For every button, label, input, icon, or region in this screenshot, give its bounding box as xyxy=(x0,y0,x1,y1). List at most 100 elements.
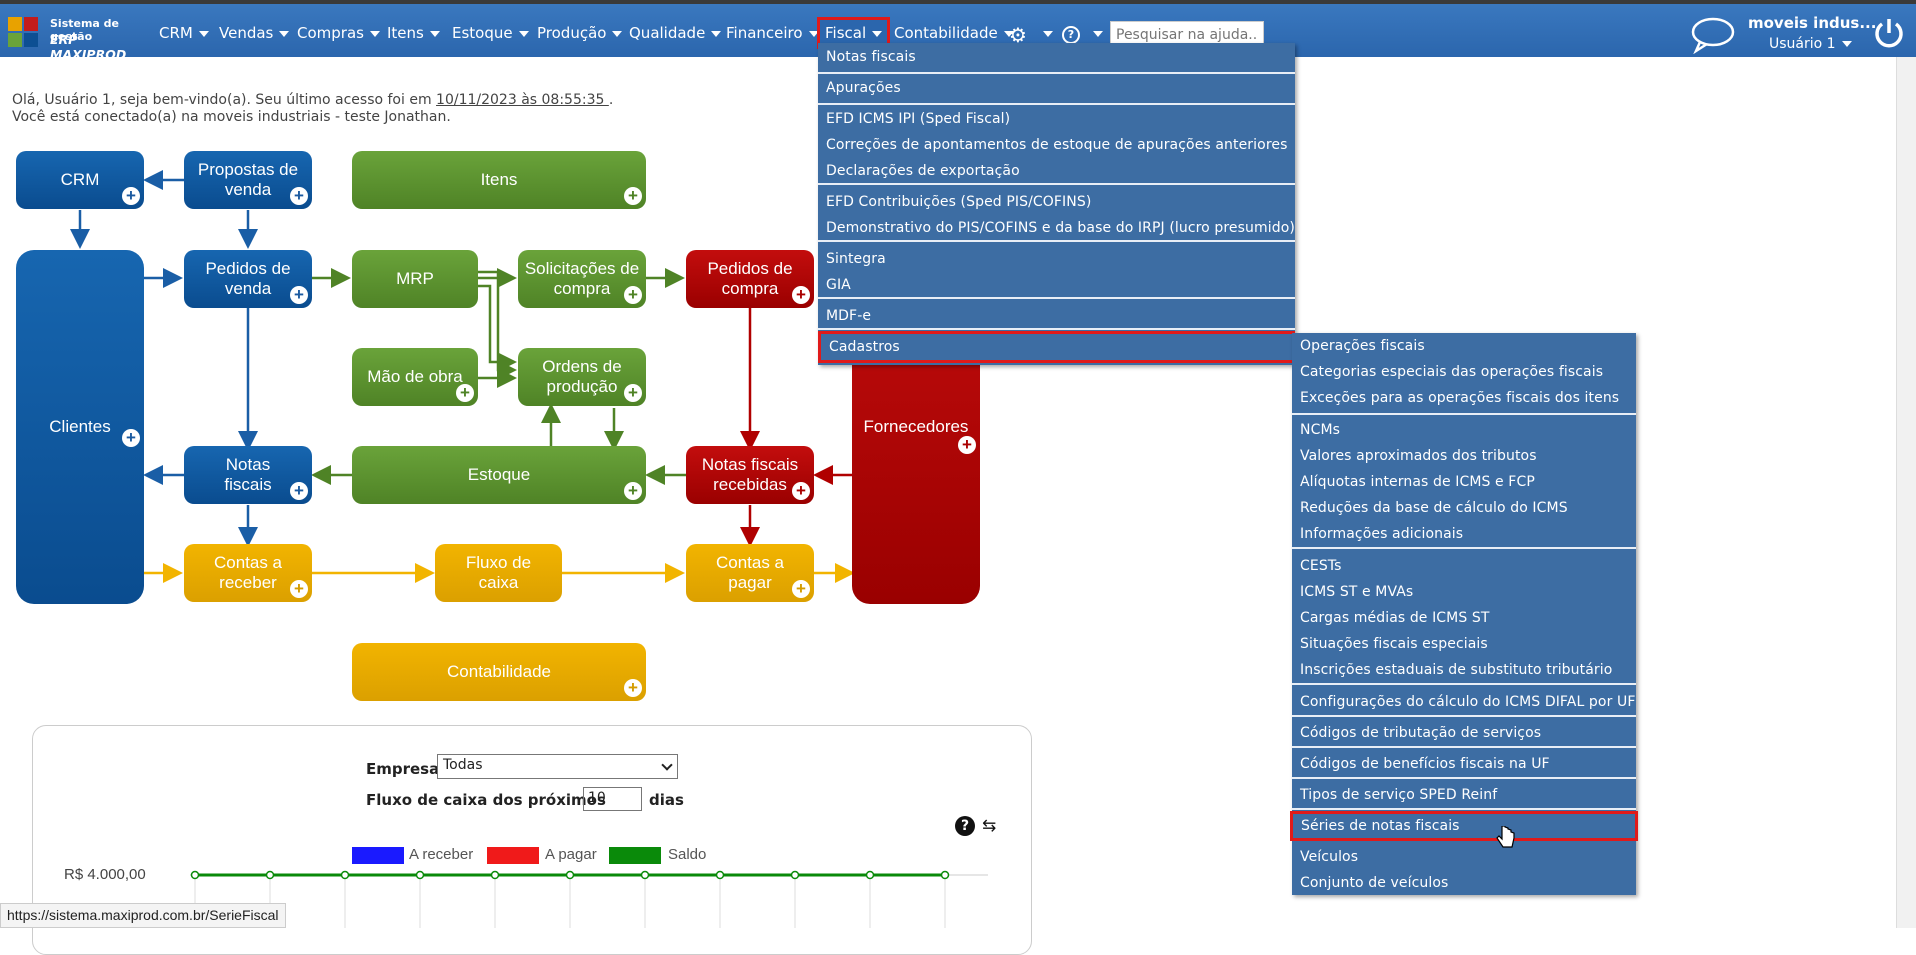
diagram-contas-a-receber[interactable]: Contas a receber + xyxy=(184,544,312,602)
nav-crm[interactable]: CRM xyxy=(153,17,215,49)
empresa-label: Empresa xyxy=(366,760,440,778)
cadastros-menu-item[interactable]: Exceções para as operações fiscais dos i… xyxy=(1292,385,1636,411)
nav-itens[interactable]: Itens xyxy=(381,17,446,49)
diagram-ordens-de-producao[interactable]: Ordens de produção + xyxy=(518,348,646,406)
empresa-select[interactable]: Todas xyxy=(437,754,678,779)
help-icon[interactable]: ? xyxy=(955,816,975,836)
saldo-data-point xyxy=(340,870,350,880)
add-icon[interactable]: + xyxy=(624,187,642,205)
cadastros-menu-item[interactable]: Códigos de benefícios fiscais na UF xyxy=(1292,751,1636,777)
cadastros-menu-item[interactable]: Reduções da base de cálculo do ICMS xyxy=(1292,495,1636,521)
diagram-estoque[interactable]: Estoque + xyxy=(352,446,646,504)
diagram-itens[interactable]: Itens + xyxy=(352,151,646,209)
cadastros-menu-item[interactable]: Conjunto de veículos xyxy=(1292,870,1636,896)
saldo-data-point xyxy=(940,870,950,880)
fiscal-menu-item[interactable]: EFD ICMS IPI (Sped Fiscal) xyxy=(818,106,1295,132)
diagram-fluxo-de-caixa[interactable]: Fluxo de caixa xyxy=(435,544,562,602)
add-icon[interactable]: + xyxy=(290,286,308,304)
cadastros-menu-item[interactable]: Configurações do cálculo do ICMS DIFAL p… xyxy=(1292,689,1636,715)
company-name[interactable]: moveis indus... xyxy=(1748,14,1876,32)
diagram-mrp[interactable]: MRP xyxy=(352,250,478,308)
cadastros-menu-item[interactable]: NCMs xyxy=(1292,417,1636,443)
add-icon[interactable]: + xyxy=(624,286,642,304)
diagram-clientes[interactable]: Clientes + xyxy=(16,250,144,604)
fiscal-menu-item[interactable]: Correções de apontamentos de estoque de … xyxy=(818,132,1295,158)
cadastros-menu-item[interactable]: Códigos de tributação de serviços xyxy=(1292,720,1636,746)
nav-financeiro[interactable]: Financeiro xyxy=(720,17,825,49)
add-icon[interactable]: + xyxy=(290,187,308,205)
power-icon[interactable] xyxy=(1872,16,1906,50)
add-icon[interactable]: + xyxy=(290,580,308,598)
cadastros-menu-item[interactable]: Operações fiscais xyxy=(1292,333,1636,359)
fiscal-menu-item[interactable]: Demonstrativo do PIS/COFINS e da base do… xyxy=(818,215,1295,241)
chevron-down-icon xyxy=(429,30,440,37)
saldo-data-point xyxy=(865,870,875,880)
nav-qualidade[interactable]: Qualidade xyxy=(623,17,727,49)
fiscal-menu-item[interactable]: MDF-e xyxy=(818,303,1295,329)
fiscal-menu-item[interactable]: Notas fiscais xyxy=(818,44,1295,70)
add-icon[interactable]: + xyxy=(290,482,308,500)
cadastros-menu-item[interactable]: CESTs xyxy=(1292,553,1636,579)
saldo-data-point xyxy=(490,870,500,880)
diagram-pedidos-de-venda[interactable]: Pedidos de venda + xyxy=(184,250,312,308)
diagram-contabilidade[interactable]: Contabilidade + xyxy=(352,643,646,701)
add-icon[interactable]: + xyxy=(122,187,140,205)
diagram-pedidos-de-compra[interactable]: Pedidos de compra + xyxy=(686,250,814,308)
cadastros-menu-item[interactable]: Veículos xyxy=(1292,844,1636,870)
add-icon[interactable]: + xyxy=(624,384,642,402)
maxiprod-logo[interactable]: Sistema de gestão ERP MAXIPROD xyxy=(6,15,146,62)
fiscal-menu-item[interactable]: Declarações de exportação xyxy=(818,158,1295,184)
help-icon[interactable]: ? xyxy=(1062,26,1080,44)
add-icon[interactable]: + xyxy=(792,286,810,304)
add-icon[interactable]: + xyxy=(122,429,140,447)
add-icon[interactable]: + xyxy=(456,384,474,402)
fiscal-menu-item[interactable]: Cadastros xyxy=(818,331,1295,363)
cadastros-menu-item[interactable]: Categorias especiais das operações fisca… xyxy=(1292,359,1636,385)
add-icon[interactable]: + xyxy=(792,580,810,598)
saldo-data-point xyxy=(565,870,575,880)
diagram-solicitacoes-de-compra[interactable]: Solicitações de compra + xyxy=(518,250,646,308)
diagram-crm[interactable]: CRM + xyxy=(16,151,144,209)
user-menu[interactable]: Usuário 1 xyxy=(1769,36,1852,52)
help-chevron-icon[interactable] xyxy=(1093,31,1103,37)
diagram-mao-de-obra[interactable]: Mão de obra + xyxy=(352,348,478,406)
diagram-notas-fiscais[interactable]: Notas fiscais + xyxy=(184,446,312,504)
diagram-contas-a-pagar[interactable]: Contas a pagar + xyxy=(686,544,814,602)
nav-producao[interactable]: Produção xyxy=(531,17,628,49)
fiscal-dropdown-menu: Notas fiscais Apurações EFD ICMS IPI (Sped… xyxy=(818,43,1295,365)
fiscal-menu-item[interactable]: GIA xyxy=(818,272,1295,298)
chat-bubble-icon[interactable] xyxy=(1690,16,1736,54)
nav-vendas[interactable]: Vendas xyxy=(213,17,295,49)
cadastros-menu-item[interactable]: Séries de notas fiscais xyxy=(1290,811,1638,841)
saldo-data-point xyxy=(415,870,425,880)
diagram-propostas-de-venda[interactable]: Propostas de venda + xyxy=(184,151,312,209)
gear-chevron-icon[interactable] xyxy=(1043,31,1053,37)
chevron-down-icon xyxy=(872,30,883,37)
fiscal-menu-item[interactable]: Sintegra xyxy=(818,246,1295,272)
cadastros-menu-item[interactable]: Tipos de serviço SPED Reinf xyxy=(1292,782,1636,808)
cadastros-menu-item[interactable]: Situações fiscais especiais xyxy=(1292,631,1636,657)
cadastros-menu-item[interactable]: Alíquotas internas de ICMS e FCP xyxy=(1292,469,1636,495)
dias-input[interactable]: 10 xyxy=(583,787,642,811)
nav-estoque[interactable]: Estoque xyxy=(446,17,535,49)
diagram-notas-fiscais-recebidas[interactable]: Notas fiscais recebidas + xyxy=(686,446,814,504)
cadastros-menu-item[interactable]: Informações adicionais xyxy=(1292,521,1636,547)
add-icon[interactable]: + xyxy=(958,436,976,454)
cadastros-menu-item[interactable]: Cargas médias de ICMS ST xyxy=(1292,605,1636,631)
add-icon[interactable]: + xyxy=(792,482,810,500)
menu-separator xyxy=(1292,715,1636,717)
page-scrollbar[interactable] xyxy=(1896,57,1916,928)
refresh-icon[interactable]: ⇆ xyxy=(982,816,996,836)
legend-saldo: Saldo xyxy=(668,846,707,863)
fiscal-menu-item[interactable]: Apurações xyxy=(818,75,1295,101)
add-icon[interactable]: + xyxy=(624,679,642,697)
cadastros-menu-item[interactable]: Inscrições estaduais de substituto tribu… xyxy=(1292,657,1636,683)
dias-label: dias xyxy=(649,791,684,809)
fiscal-menu-item[interactable]: EFD Contribuições (Sped PIS/COFINS) xyxy=(818,189,1295,215)
cadastros-menu-item[interactable]: Valores aproximados dos tributos xyxy=(1292,443,1636,469)
gear-icon[interactable]: ⚙ xyxy=(1009,25,1029,45)
nav-compras[interactable]: Compras xyxy=(291,17,386,49)
legend-swatch-saldo xyxy=(609,847,661,864)
cadastros-menu-item[interactable]: ICMS ST e MVAs xyxy=(1292,579,1636,605)
add-icon[interactable]: + xyxy=(624,482,642,500)
